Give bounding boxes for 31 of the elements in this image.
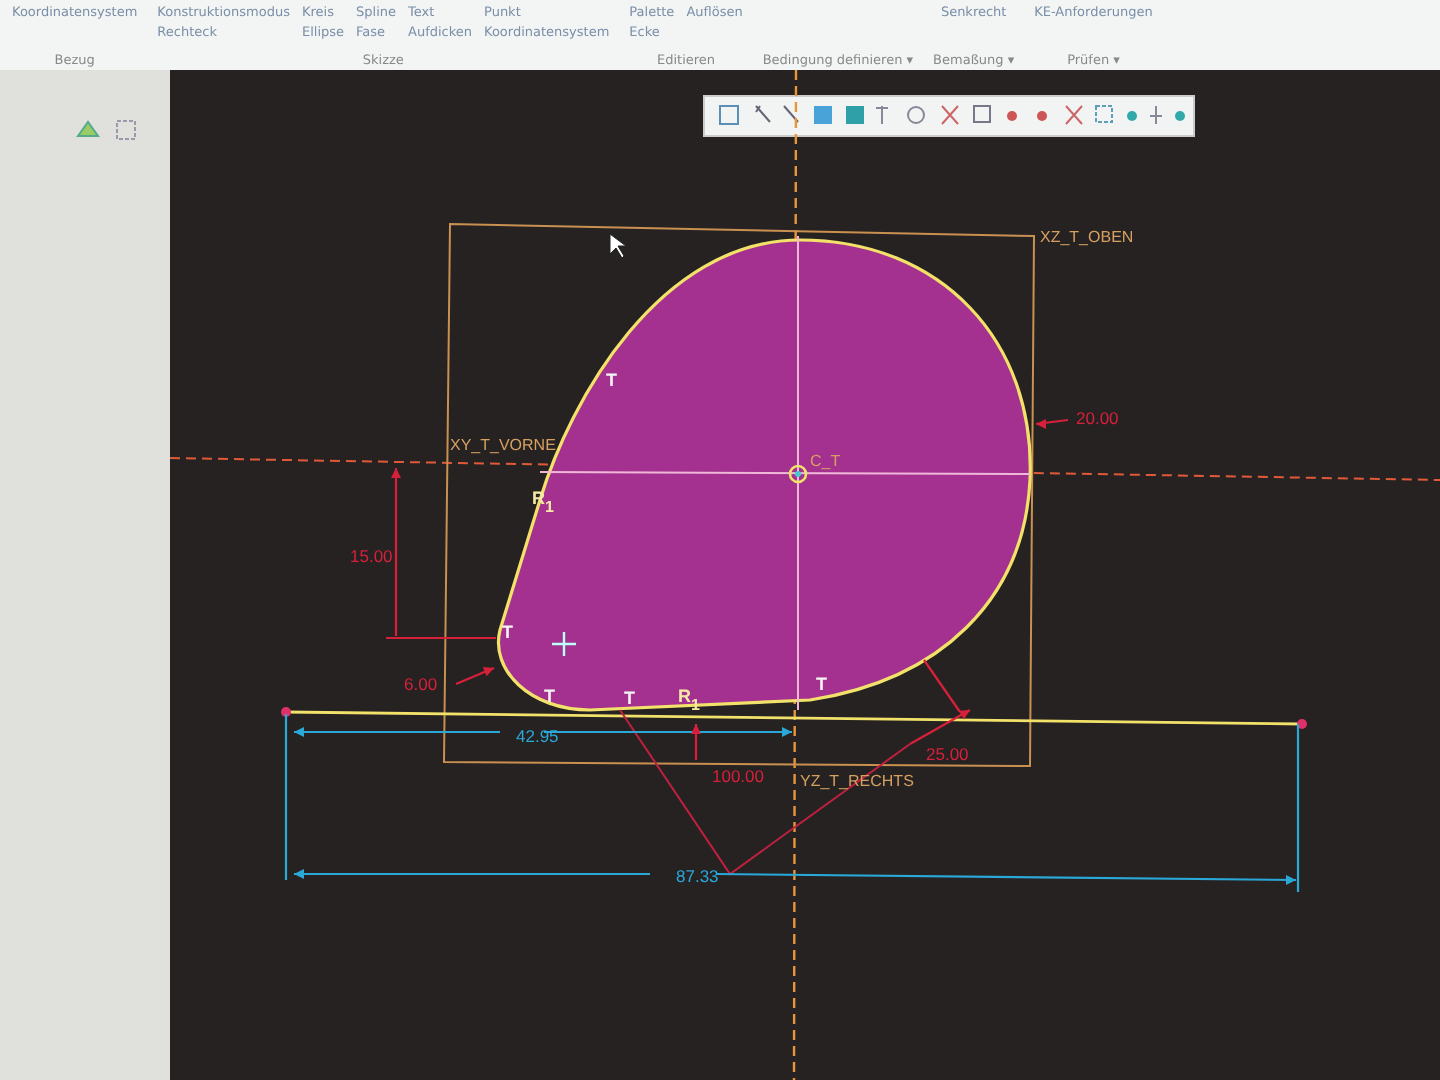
center-label: C_T xyxy=(810,452,841,470)
dimension-value[interactable]: 25.00 xyxy=(926,744,969,764)
radius-constraint-label: R$_{1}$ xyxy=(532,488,554,516)
dot-icon[interactable] xyxy=(1175,111,1185,121)
cross-icon[interactable] xyxy=(1065,105,1083,125)
cross-icon[interactable] xyxy=(941,105,959,125)
tangent-constraint-label: T xyxy=(502,622,513,642)
radius-constraint-label: R$_{1}$ xyxy=(678,686,700,714)
end-point xyxy=(281,707,291,717)
dot-icon[interactable] xyxy=(1127,111,1137,121)
tangent-constraint-label: T xyxy=(606,370,617,390)
datum-label: XZ_T_OBEN xyxy=(1040,228,1134,246)
square-icon[interactable] xyxy=(973,105,991,123)
dimension-value[interactable]: 87.33 xyxy=(676,866,719,886)
plane-icon[interactable] xyxy=(73,118,101,142)
crosshair-icon xyxy=(550,630,578,658)
end-point xyxy=(1297,719,1307,729)
dimension-value[interactable]: 100.00 xyxy=(712,766,764,786)
tangent-constraint-label: T xyxy=(816,674,827,694)
circle-icon[interactable] xyxy=(907,106,925,124)
dimension-value[interactable]: 20.00 xyxy=(1076,408,1119,428)
dimension-value[interactable]: 15.00 xyxy=(350,546,393,566)
dot-icon[interactable] xyxy=(1037,111,1047,121)
datum-label: XY_T_VORNE xyxy=(450,436,556,454)
dot-icon[interactable] xyxy=(1007,111,1017,121)
center-point xyxy=(788,464,808,484)
dimension-value[interactable]: 6.00 xyxy=(404,674,438,694)
tangent-constraint-label: T xyxy=(624,688,635,708)
tangent-constraint-label: T xyxy=(544,686,555,706)
zoom-icon[interactable] xyxy=(719,105,739,125)
square-icon[interactable] xyxy=(113,118,137,142)
